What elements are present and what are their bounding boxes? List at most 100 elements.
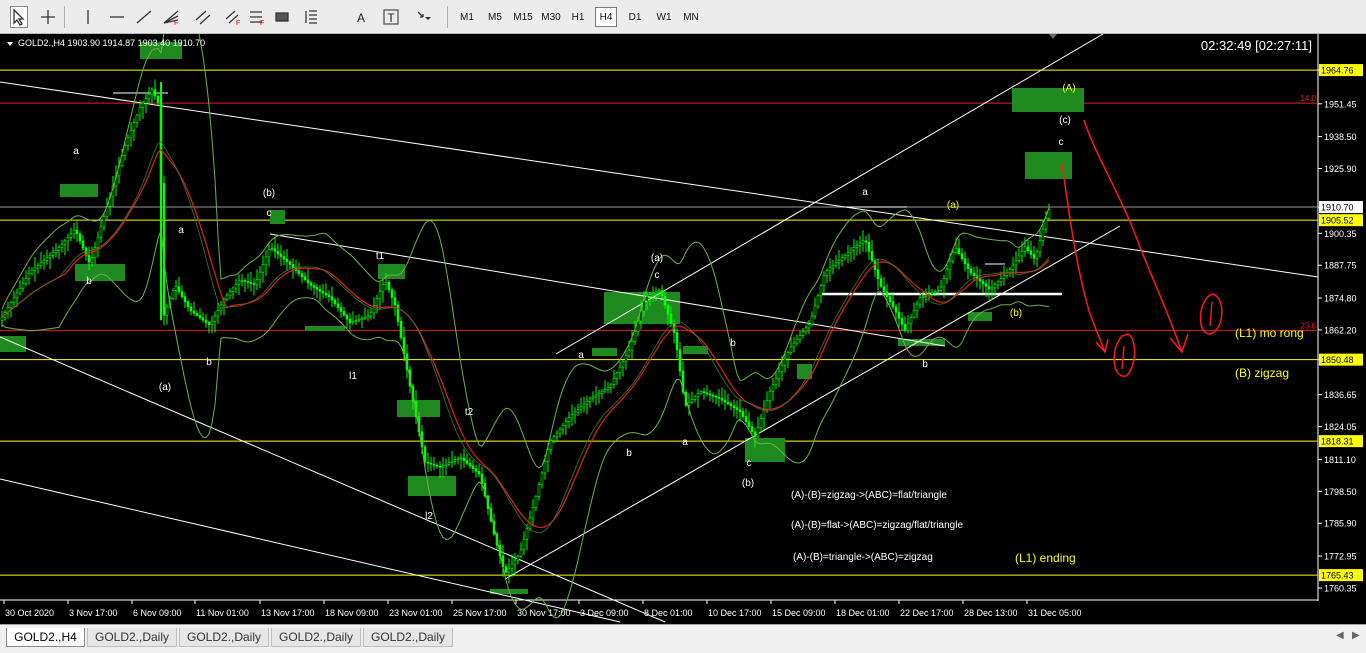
candle-body (459, 457, 463, 460)
candle-body (582, 403, 586, 408)
time-tick-label: 28 Dec 13:00 (964, 608, 1018, 618)
candle-body (183, 296, 187, 303)
timeframe-m15-button[interactable]: M15 (510, 7, 536, 27)
fibonacci-channel-tool-button[interactable]: F (220, 6, 246, 28)
candle-body (792, 342, 796, 348)
wave-annotation: (L1) ending (1015, 551, 1076, 565)
candle-body (507, 567, 511, 573)
candle-body (90, 257, 94, 263)
price-tick-label: 1785.90 (1324, 519, 1357, 529)
timeframe-h4-button[interactable]: H4 (595, 7, 617, 27)
timeframe-mn-button[interactable]: MN (679, 7, 703, 27)
candle-body (813, 305, 817, 317)
candle-body (1044, 218, 1048, 230)
chart-tab[interactable]: GOLD2.,Daily (87, 628, 177, 647)
timeframe-d1-button[interactable]: D1 (624, 7, 646, 27)
parallel-channel-tool-button[interactable] (190, 6, 216, 28)
fibonacci-fan-icon: F (162, 8, 180, 26)
candle-body (525, 528, 529, 540)
candle-body (522, 538, 526, 551)
price-level-label: 1905.52 (1321, 216, 1354, 226)
candle-body (189, 306, 193, 312)
candle-body (732, 405, 736, 409)
cursor-tool-button[interactable] (10, 6, 28, 28)
candle-body (993, 284, 997, 289)
candle-body (699, 391, 703, 394)
candle-body (351, 321, 355, 324)
timeframe-m1-button[interactable]: M1 (455, 7, 479, 27)
text-tool-button[interactable]: A (352, 6, 370, 28)
candle-body (519, 549, 523, 557)
candle-body (1023, 246, 1027, 252)
fibonacci-fan-tool-button[interactable]: F (160, 6, 182, 28)
candle-body (360, 317, 364, 320)
vertical-line-tool-button[interactable] (79, 6, 97, 28)
fibonacci-extension-tool-button[interactable] (300, 6, 324, 28)
candle-body (624, 355, 628, 362)
candle-body (564, 421, 568, 426)
candle-body (669, 313, 673, 324)
candle-body (1029, 250, 1033, 255)
trend-line (0, 81, 1319, 278)
candle-body (702, 391, 706, 394)
candle-body (606, 387, 610, 390)
chart-tab[interactable]: GOLD2.,Daily (271, 628, 361, 647)
candle-body (426, 461, 430, 464)
wave-annotation: c (1059, 137, 1064, 148)
crosshair-tool-button[interactable] (37, 6, 59, 28)
candle-body (741, 411, 745, 417)
candle-body (18, 287, 22, 294)
rectangle-tool-button[interactable] (272, 6, 292, 28)
candle-body (846, 252, 850, 256)
timeframe-m30-button[interactable]: M30 (539, 7, 563, 27)
chart-area[interactable]: 1964.76 1951.45 1938.50 1925.90 1910.70 1900.… (0, 34, 1366, 624)
handwritten-wave-circle (1113, 333, 1136, 377)
candle-body (840, 257, 844, 261)
candle-body (132, 122, 136, 131)
candle-body (795, 339, 799, 344)
candle-body (456, 457, 460, 460)
trend-line (0, 478, 621, 623)
candle-body (897, 311, 901, 319)
trendline-tool-button[interactable] (133, 6, 155, 28)
price-tick-label: 1811.10 (1324, 455, 1356, 465)
candle-body (771, 384, 775, 392)
text-label-tool-button[interactable]: T (382, 6, 400, 28)
timeframe-w1-button[interactable]: W1 (652, 7, 676, 27)
candle-body (651, 293, 655, 296)
arrows-tool-button[interactable] (410, 6, 436, 28)
tab-scroll-left-icon[interactable]: ◀ (1336, 630, 1344, 641)
chart-tab[interactable]: GOLD2.,H4 (6, 628, 85, 647)
horizontal-line-tool-button[interactable] (106, 6, 128, 28)
candle-body (780, 365, 784, 373)
wave-annotation: c (655, 270, 660, 281)
candle-body (744, 416, 748, 422)
candle-body (129, 129, 133, 139)
wave-annotation: (B) zigzag (1235, 366, 1289, 380)
candle-body (279, 253, 283, 257)
chart-tab[interactable]: GOLD2.,Daily (179, 628, 269, 647)
candle-body (378, 291, 382, 299)
candle-body (588, 398, 592, 402)
price-chart[interactable]: 1964.76 1951.45 1938.50 1925.90 1910.70 1900.… (0, 34, 1366, 624)
candle-body (609, 383, 613, 388)
candle-body (345, 314, 349, 320)
candle-body (939, 286, 943, 291)
chart-tab[interactable]: GOLD2.,Daily (363, 628, 453, 647)
tab-scroll-right-icon[interactable]: ▶ (1352, 630, 1360, 641)
time-tick-label: 10 Dec 17:00 (708, 608, 762, 618)
fibonacci-retracement-tool-button[interactable]: F (246, 6, 268, 28)
candle-body (99, 226, 103, 238)
candle-body (444, 463, 448, 467)
time-tick-label: 13 Nov 17:00 (261, 608, 315, 618)
price-tick-label: 1772.95 (1324, 552, 1357, 562)
wave-annotation: (a) (159, 382, 171, 393)
candle-body (936, 290, 940, 293)
timeframe-m5-button[interactable]: M5 (483, 7, 507, 27)
candle-body (717, 397, 721, 399)
candle-body (984, 283, 988, 287)
time-tick-label: 6 Nov 09:00 (133, 608, 182, 618)
timeframe-h1-button[interactable]: H1 (567, 7, 589, 27)
zone-box (60, 184, 98, 197)
candle-body (747, 421, 751, 428)
